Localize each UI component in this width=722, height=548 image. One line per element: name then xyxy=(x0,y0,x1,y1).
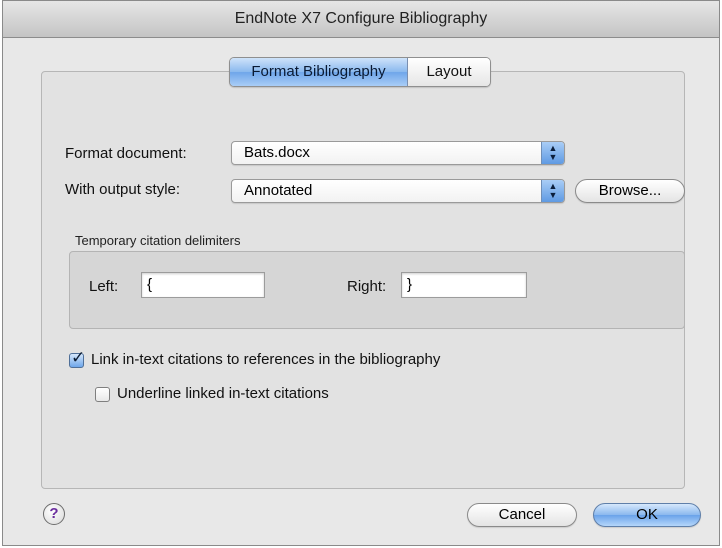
browse-button[interactable]: Browse... xyxy=(575,179,685,203)
output-style-value: Annotated xyxy=(244,182,313,199)
left-delimiter-input[interactable]: { xyxy=(141,272,265,298)
underline-citations-checkbox[interactable] xyxy=(95,387,110,402)
right-delimiter-label: Right: xyxy=(347,278,387,295)
tab-layout[interactable]: Layout xyxy=(408,58,490,86)
ok-button[interactable]: OK xyxy=(593,503,701,527)
help-button[interactable]: ? xyxy=(43,503,65,525)
popup-arrows-icon: ▲ ▼ xyxy=(541,180,564,202)
popup-arrows-icon: ▲ ▼ xyxy=(541,142,564,164)
delimiters-group-title: Temporary citation delimiters xyxy=(75,233,241,248)
window-title: EndNote X7 Configure Bibliography xyxy=(3,1,719,38)
tab-bar: Format Bibliography Layout xyxy=(229,57,491,87)
format-document-label: Format document: xyxy=(65,145,187,162)
format-document-value: Bats.docx xyxy=(244,144,310,161)
right-delimiter-input[interactable]: } xyxy=(401,272,527,298)
checkmark-icon: ✓ xyxy=(71,348,86,367)
format-document-select[interactable]: Bats.docx ▲ ▼ xyxy=(231,141,565,165)
link-citations-checkbox[interactable]: ✓ xyxy=(69,348,85,368)
configure-bibliography-dialog: EndNote X7 Configure Bibliography Format… xyxy=(2,0,720,546)
output-style-select[interactable]: Annotated ▲ ▼ xyxy=(231,179,565,203)
underline-citations-label[interactable]: Underline linked in-text citations xyxy=(117,385,329,402)
link-citations-label[interactable]: Link in-text citations to references in … xyxy=(91,351,440,368)
cancel-button[interactable]: Cancel xyxy=(467,503,577,527)
left-delimiter-label: Left: xyxy=(89,278,119,295)
tab-format-bibliography[interactable]: Format Bibliography xyxy=(230,58,408,86)
output-style-label: With output style: xyxy=(65,181,181,198)
